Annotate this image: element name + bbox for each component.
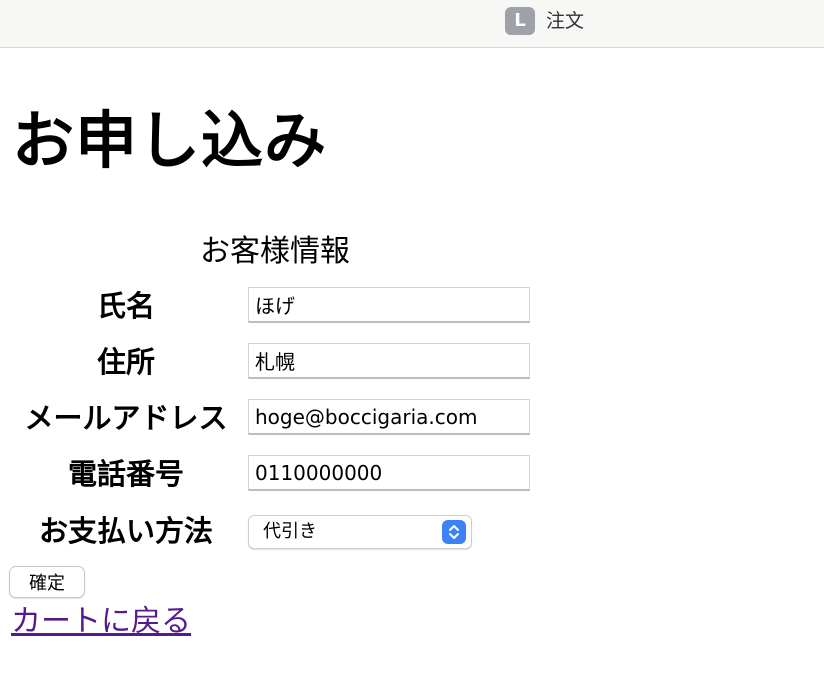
tab-favicon-icon: L [505,7,535,35]
name-label: 氏名 [96,289,155,323]
page-title: お申し込み [12,104,328,177]
address-label: 住所 [96,345,155,379]
email-field[interactable] [248,399,530,435]
confirm-button[interactable]: 確定 [9,566,85,598]
payment-method-select[interactable]: 代引き [248,515,472,549]
phone-field[interactable] [248,455,530,491]
form-caption: お客様情報 [200,234,350,269]
payment-label: お支払い方法 [38,514,213,548]
name-field[interactable] [248,287,530,323]
tab-title[interactable]: 注文 [546,10,584,32]
email-label: メールアドレス [24,401,228,435]
phone-label: 電話番号 [67,457,184,491]
address-field[interactable] [248,343,530,379]
select-arrows-icon [442,520,466,544]
back-to-cart-link[interactable]: カートに戻る [11,600,191,644]
browser-tab-bar: L 注文 [0,0,824,48]
payment-method-value: 代引き [263,521,317,542]
